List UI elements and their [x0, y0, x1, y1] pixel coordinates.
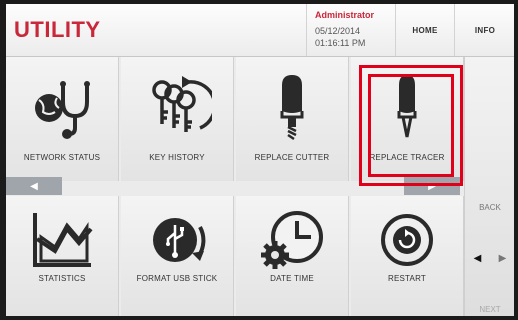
- side-pager: ◀ ▶: [465, 233, 514, 283]
- restart-label: RESTART: [388, 274, 426, 283]
- replace-cutter-tile[interactable]: REPLACE CUTTER: [236, 57, 349, 181]
- network-status-label: NETWORK STATUS: [23, 153, 101, 162]
- page-title: UTILITY: [14, 17, 101, 42]
- user-info-panel: Administrator 05/12/2014 01:16:11 PM: [306, 4, 395, 56]
- current-date: 05/12/2014: [315, 26, 361, 36]
- highlight-inner-box: [368, 74, 454, 177]
- network-status-icon: [6, 69, 118, 145]
- format-usb-label: FORMAT USB STICK: [136, 274, 218, 283]
- header-bar: UTILITY Administrator 05/12/2014 01:16:1…: [6, 4, 514, 57]
- user-name: Administrator: [315, 10, 375, 20]
- current-time: 01:16:11 PM: [315, 38, 366, 48]
- key-history-tile[interactable]: KEY HISTORY: [121, 57, 234, 181]
- date-time-label: DATE TIME: [270, 274, 314, 283]
- date-time-tile[interactable]: DATE TIME: [236, 196, 349, 316]
- format-usb-tile[interactable]: FORMAT USB STICK: [121, 196, 234, 316]
- next-button[interactable]: NEXT: [465, 305, 514, 314]
- back-button[interactable]: BACK: [465, 203, 514, 212]
- statistics-label: STATISTICS: [38, 274, 86, 283]
- side-prev-arrow[interactable]: ◀: [474, 253, 482, 264]
- info-button[interactable]: INFO: [454, 4, 514, 56]
- side-panel: BACK ◀ ▶ NEXT: [464, 57, 514, 316]
- format-usb-icon: [121, 202, 233, 278]
- replace-cutter-icon: [236, 69, 348, 145]
- key-history-icon: [121, 69, 233, 145]
- utility-screen: UTILITY Administrator 05/12/2014 01:16:1…: [6, 4, 514, 316]
- network-status-tile[interactable]: NETWORK STATUS: [6, 57, 119, 181]
- restart-tile[interactable]: RESTART: [351, 196, 464, 316]
- statistics-tile[interactable]: STATISTICS: [6, 196, 119, 316]
- statistics-icon: [6, 202, 118, 278]
- key-history-label: KEY HISTORY: [149, 153, 205, 162]
- replace-cutter-label: REPLACE CUTTER: [254, 153, 330, 162]
- side-next-arrow[interactable]: ▶: [499, 253, 507, 264]
- home-button[interactable]: HOME: [395, 4, 454, 56]
- date-time-icon: [236, 202, 348, 278]
- restart-icon: [351, 202, 463, 278]
- page-prev-arrow[interactable]: ◀: [6, 177, 62, 195]
